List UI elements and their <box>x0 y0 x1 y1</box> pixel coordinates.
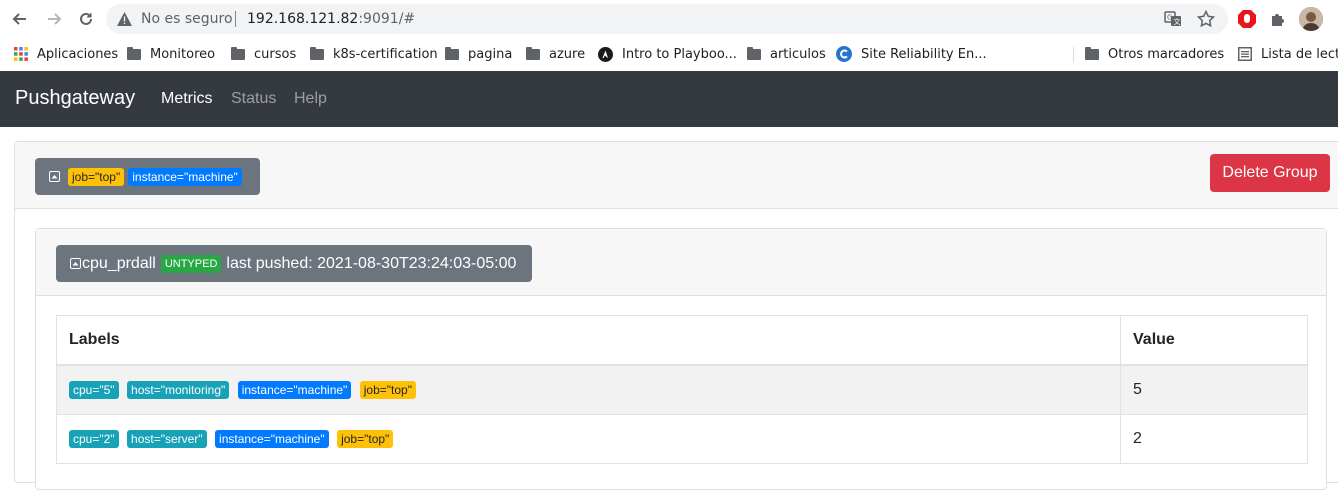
address-bar[interactable]: No es seguro 192.168.121.82:9091/# 文G <box>106 4 1228 34</box>
brand-link[interactable]: Pushgateway <box>15 87 135 110</box>
metric-type-badge: UNTYPED <box>160 254 222 273</box>
ansible-icon <box>598 46 613 62</box>
bookmark-label: azure <box>549 46 586 62</box>
forward-arrow-icon <box>48 13 62 25</box>
folder-icon <box>310 46 324 60</box>
table-row: cpu="2" host="server" instance="machine"… <box>56 414 1308 464</box>
delete-group-button[interactable]: Delete Group <box>1210 154 1330 192</box>
reload-icon <box>80 12 92 25</box>
bookmarks-bar: Aplicaciones Monitoreo cursos k8s-certif… <box>0 38 1338 72</box>
bookmark-other[interactable]: Otros marcadores <box>1085 44 1224 64</box>
folder-icon <box>526 46 540 60</box>
label-badge-instance: instance="machine" <box>215 430 329 448</box>
label-badge-job: job="top" <box>359 381 416 399</box>
apps-grid-icon <box>14 47 28 61</box>
bookmark-folder-cursos[interactable]: cursos <box>231 44 296 64</box>
reading-list[interactable]: Lista de lectu <box>1238 44 1338 64</box>
metric-name: cpu_prdall <box>82 254 156 272</box>
bookmark-label: Lista de lectu <box>1261 46 1338 62</box>
labels-cell: cpu="2" host="server" instance="machine"… <box>56 414 1121 464</box>
bookmark-sre[interactable]: Site Reliability En... <box>836 44 987 64</box>
coursera-icon <box>836 46 852 62</box>
column-header-labels: Labels <box>56 315 1121 366</box>
label-badge-cpu: cpu="5" <box>69 381 119 399</box>
folder-icon <box>445 46 459 60</box>
metric-header: cpu_prdall UNTYPED last pushed: 2021-08-… <box>36 229 1326 296</box>
folder-icon <box>231 46 245 60</box>
bookmark-label: Site Reliability En... <box>861 46 987 62</box>
bookmark-folder-monitoreo[interactable]: Monitoreo <box>127 44 215 64</box>
folder-icon <box>127 46 141 60</box>
svg-text:G: G <box>1167 14 1172 22</box>
metrics-table: Labels Value cpu="5" host="monitoring" i… <box>56 315 1308 464</box>
bookmark-label: Otros marcadores <box>1108 46 1225 62</box>
table-header-row: Labels Value <box>56 315 1308 366</box>
bookmark-folder-articulos[interactable]: articulos <box>747 44 826 64</box>
value-cell: 2 <box>1120 414 1308 464</box>
security-status[interactable]: No es seguro <box>141 11 233 27</box>
bookmark-label: Aplicaciones <box>37 46 119 62</box>
label-badge-host: host="monitoring" <box>127 381 230 399</box>
group-label-instance: instance="machine" <box>128 167 242 186</box>
nav-metrics[interactable]: Metrics <box>161 90 213 108</box>
bookmark-playbooks[interactable]: Intro to Playboo... <box>598 44 737 64</box>
extensions-puzzle-icon[interactable] <box>1268 8 1290 30</box>
reload-button[interactable] <box>74 7 98 31</box>
group-label-job: job="top" <box>68 167 125 186</box>
bookmark-folder-k8s[interactable]: k8s-certification <box>310 44 438 64</box>
url-host: 192.168.121.82 <box>247 11 359 27</box>
folder-icon <box>747 46 761 60</box>
bookmark-label: k8s-certification <box>333 46 438 62</box>
metric-card: cpu_prdall UNTYPED last pushed: 2021-08-… <box>35 228 1327 490</box>
bookmark-folder-pagina[interactable]: pagina <box>445 44 512 64</box>
address-separator <box>235 11 236 27</box>
column-header-value: Value <box>1120 315 1308 366</box>
bookmark-label: Monitoreo <box>150 46 216 62</box>
label-badge-host: host="server" <box>127 430 207 448</box>
group-toggle-button[interactable]: job="top" instance="machine" <box>35 158 260 195</box>
bookmark-label: pagina <box>468 46 513 62</box>
url-path: :9091/# <box>358 11 416 27</box>
star-icon[interactable] <box>1197 10 1215 28</box>
bookmark-label: Intro to Playboo... <box>622 46 737 62</box>
profile-avatar[interactable] <box>1299 7 1323 31</box>
back-arrow-icon <box>12 13 26 25</box>
nav-status[interactable]: Status <box>231 90 276 108</box>
metric-toggle-button[interactable]: cpu_prdall UNTYPED last pushed: 2021-08-… <box>56 245 532 282</box>
labels-cell: cpu="5" host="monitoring" instance="mach… <box>56 364 1121 415</box>
url-text[interactable]: 192.168.121.82:9091/# <box>247 11 415 27</box>
profile-photo-icon <box>1299 7 1323 31</box>
bookmark-label: cursos <box>254 46 297 62</box>
svg-text:文: 文 <box>1174 17 1181 26</box>
adblock-extension-icon[interactable] <box>1236 8 1258 30</box>
label-badge-job: job="top" <box>337 430 394 448</box>
reading-list-icon <box>1238 47 1252 61</box>
group-card: job="top" instance="machine" Delete Grou… <box>14 141 1338 490</box>
bookmark-folder-azure[interactable]: azure <box>526 44 585 64</box>
nav-help[interactable]: Help <box>294 90 327 108</box>
browser-toolbar: No es seguro 192.168.121.82:9091/# 文G <box>0 0 1338 39</box>
collapse-toggle-icon <box>70 258 81 269</box>
label-badge-cpu: cpu="2" <box>69 430 119 448</box>
value-cell: 5 <box>1120 364 1308 415</box>
collapse-toggle-icon <box>49 171 60 182</box>
last-pushed-text: last pushed: 2021-08-30T23:24:03-05:00 <box>226 254 517 272</box>
navbar: Pushgateway Metrics Status Help <box>0 71 1338 127</box>
folder-icon <box>1085 46 1099 60</box>
bookmark-label: articulos <box>770 46 826 62</box>
warning-icon[interactable] <box>116 11 133 27</box>
back-button[interactable] <box>8 7 32 31</box>
translate-icon[interactable]: 文G <box>1164 10 1182 28</box>
label-badge-instance: instance="machine" <box>237 381 352 399</box>
bookmark-apps[interactable]: Aplicaciones <box>14 44 118 64</box>
forward-button[interactable] <box>42 7 66 31</box>
group-header: job="top" instance="machine" Delete Grou… <box>15 142 1338 209</box>
table-row: cpu="5" host="monitoring" instance="mach… <box>56 364 1308 415</box>
bookmarks-divider <box>1073 47 1074 63</box>
